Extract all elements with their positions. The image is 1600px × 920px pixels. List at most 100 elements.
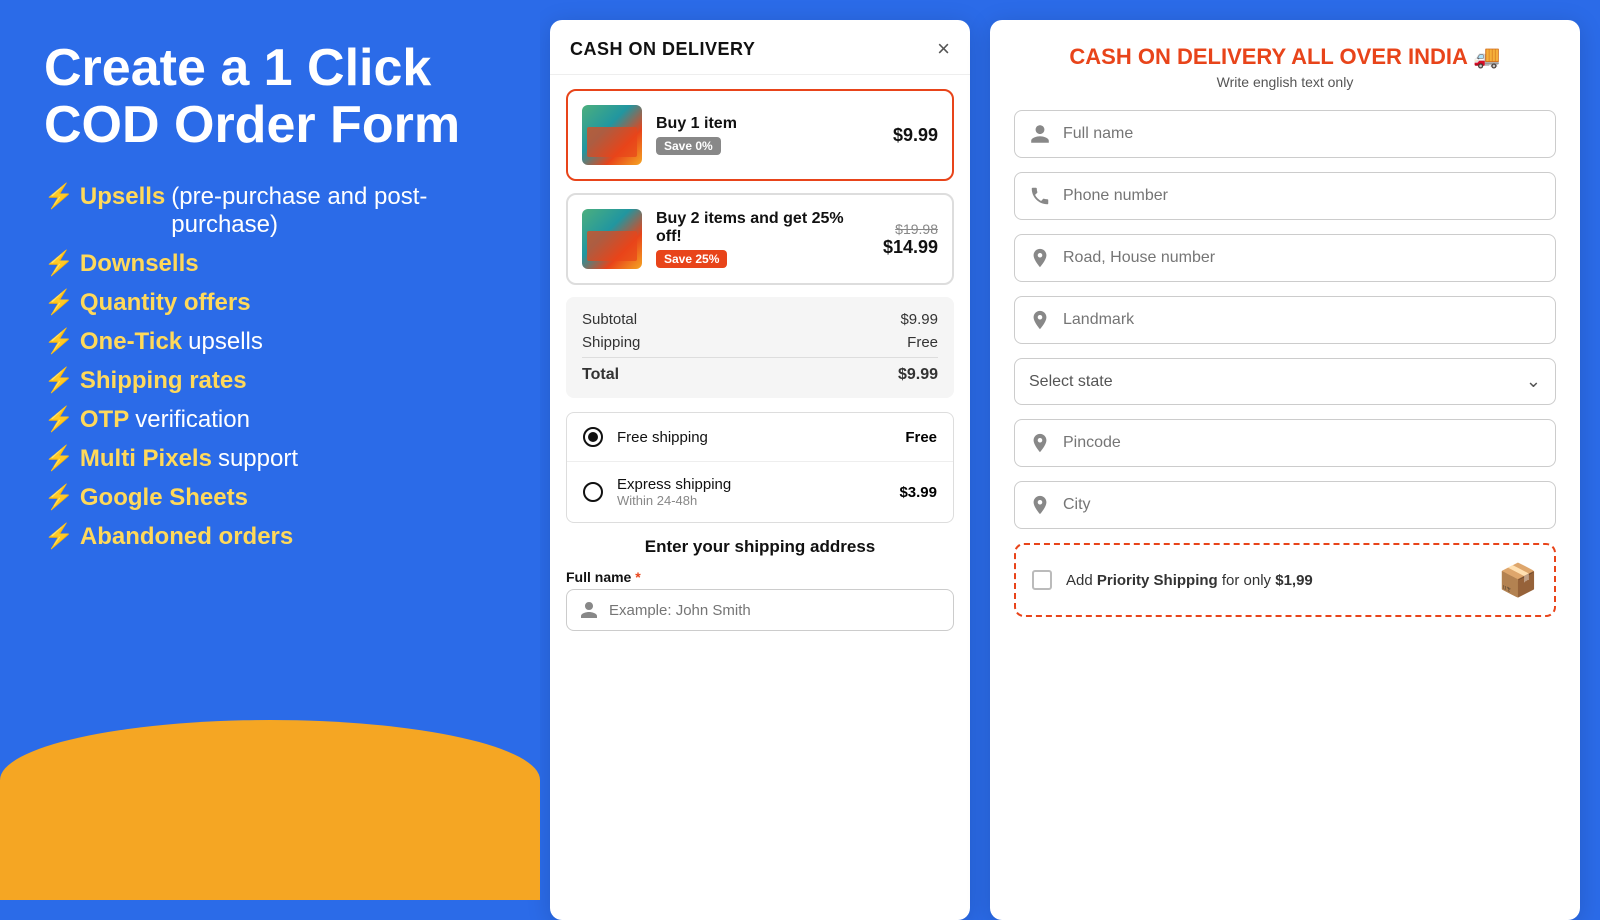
right-phone-input[interactable] xyxy=(1063,187,1541,205)
right-fullname-input[interactable] xyxy=(1063,125,1541,143)
feature-onetick: ⚡ One-Tick upsells xyxy=(44,327,496,356)
bolt-icon: ⚡ xyxy=(44,288,74,317)
old-price-2: $19.98 xyxy=(883,221,938,237)
shipping-express-sub: Within 24-48h xyxy=(617,493,885,508)
feature-bold: OTP xyxy=(80,406,129,434)
feature-upsells: ⚡ Upsells (pre-purchase and post-purchas… xyxy=(44,182,496,239)
bolt-icon: ⚡ xyxy=(44,522,74,551)
feature-bold: Google Sheets xyxy=(80,484,248,512)
feature-quantity: ⚡ Quantity offers xyxy=(44,288,496,317)
location-icon xyxy=(1029,309,1051,331)
feature-normal: verification xyxy=(135,406,250,434)
summary-total-row: Total $9.99 xyxy=(582,357,938,384)
chevron-down-icon: ⌄ xyxy=(1526,371,1541,392)
save-badge-2: Save 25% xyxy=(656,250,727,268)
feature-list: ⚡ Upsells (pre-purchase and post-purchas… xyxy=(44,182,496,551)
priority-bold: Priority Shipping xyxy=(1097,572,1218,589)
bolt-icon: ⚡ xyxy=(44,444,74,473)
shipping-label: Shipping xyxy=(582,334,640,351)
feature-bold: One-Tick xyxy=(80,328,182,356)
address-heading: Enter your shipping address xyxy=(566,537,954,557)
right-landmark-field[interactable] xyxy=(1014,296,1556,344)
radio-express[interactable] xyxy=(583,482,603,502)
cod-modal: CASH ON DELIVERY × Buy 1 item Save 0% $9… xyxy=(550,20,970,920)
modal-header: CASH ON DELIVERY × xyxy=(550,20,970,75)
shipping-value: Free xyxy=(907,334,938,351)
fullname-input[interactable] xyxy=(609,602,941,619)
person-icon xyxy=(1029,123,1051,145)
summary-subtotal-row: Subtotal $9.99 xyxy=(582,311,938,328)
shipping-free-price: Free xyxy=(905,429,937,446)
fullname-field[interactable] xyxy=(566,589,954,631)
priority-price: $1,99 xyxy=(1275,572,1313,589)
order-summary: Subtotal $9.99 Shipping Free Total $9.99 xyxy=(566,297,954,398)
product-card-1[interactable]: Buy 1 item Save 0% $9.99 xyxy=(566,89,954,181)
subtotal-value: $9.99 xyxy=(900,311,938,328)
priority-text: Add Priority Shipping for only $1,99 xyxy=(1066,572,1484,589)
right-road-field[interactable] xyxy=(1014,234,1556,282)
product-price-2: $19.98 $14.99 xyxy=(883,221,938,258)
shipping-express[interactable]: Express shipping Within 24-48h $3.99 xyxy=(567,462,953,522)
total-value: $9.99 xyxy=(898,366,938,384)
priority-shipping-box: Add Priority Shipping for only $1,99 📦 xyxy=(1014,543,1556,617)
right-city-input[interactable] xyxy=(1063,496,1541,514)
product-image-2 xyxy=(582,209,642,269)
right-pincode-field[interactable] xyxy=(1014,419,1556,467)
radio-free[interactable] xyxy=(583,427,603,447)
product-info-1: Buy 1 item Save 0% xyxy=(656,115,879,155)
feature-bold: Quantity offers xyxy=(80,289,251,317)
right-phone-field[interactable] xyxy=(1014,172,1556,220)
product-info-2: Buy 2 items and get 25% off! Save 25% xyxy=(656,210,869,268)
page-title: Create a 1 Click COD Order Form xyxy=(44,40,496,154)
location-icon xyxy=(1029,494,1051,516)
select-state-dropdown[interactable]: Select state ⌄ xyxy=(1014,358,1556,405)
bolt-icon: ⚡ xyxy=(44,405,74,434)
feature-bold: Upsells xyxy=(80,183,165,211)
cod-india-title: CASH ON DELIVERY ALL OVER INDIA 🚚 xyxy=(1014,44,1556,70)
feature-normal: upsells xyxy=(188,328,263,356)
shipping-free-label: Free shipping xyxy=(617,429,891,446)
feature-shipping: ⚡ Shipping rates xyxy=(44,366,496,395)
feature-downsells: ⚡ Downsells xyxy=(44,249,496,278)
bolt-icon: ⚡ xyxy=(44,249,74,278)
shipping-free[interactable]: Free shipping Free xyxy=(567,413,953,462)
right-city-field[interactable] xyxy=(1014,481,1556,529)
modal-title: CASH ON DELIVERY xyxy=(570,39,755,60)
location-icon xyxy=(1029,432,1051,454)
right-landmark-input[interactable] xyxy=(1063,311,1541,329)
required-marker: * xyxy=(635,569,640,585)
save-badge-1: Save 0% xyxy=(656,137,721,155)
feature-normal: support xyxy=(218,445,298,473)
location-icon xyxy=(1029,247,1051,269)
product-card-2[interactable]: Buy 2 items and get 25% off! Save 25% $1… xyxy=(566,193,954,285)
priority-checkbox[interactable] xyxy=(1032,570,1052,590)
fullname-label: Full name * xyxy=(566,569,954,585)
feature-bold: Downsells xyxy=(80,250,199,278)
cod-india-subtitle: Write english text only xyxy=(1014,74,1556,90)
shipping-express-label: Express shipping Within 24-48h xyxy=(617,476,885,508)
feature-pixels: ⚡ Multi Pixels support xyxy=(44,444,496,473)
feature-abandoned: ⚡ Abandoned orders xyxy=(44,522,496,551)
right-fullname-field[interactable] xyxy=(1014,110,1556,158)
feature-bold: Shipping rates xyxy=(80,367,247,395)
bolt-icon: ⚡ xyxy=(44,366,74,395)
person-icon xyxy=(579,600,599,620)
summary-shipping-row: Shipping Free xyxy=(582,334,938,351)
bolt-icon: ⚡ xyxy=(44,182,74,211)
bolt-icon: ⚡ xyxy=(44,327,74,356)
feature-sheets: ⚡ Google Sheets xyxy=(44,483,496,512)
shipping-express-price: $3.99 xyxy=(899,484,937,501)
right-pincode-input[interactable] xyxy=(1063,434,1541,452)
bolt-icon: ⚡ xyxy=(44,483,74,512)
product-name-1: Buy 1 item xyxy=(656,115,879,133)
select-state-label: Select state xyxy=(1029,373,1113,391)
feature-otp: ⚡ OTP verification xyxy=(44,405,496,434)
left-panel: Create a 1 Click COD Order Form ⚡ Upsell… xyxy=(0,0,540,900)
shipping-options: Free shipping Free Express shipping With… xyxy=(566,412,954,523)
modal-content: Buy 1 item Save 0% $9.99 Buy 2 items and… xyxy=(550,75,970,920)
right-road-input[interactable] xyxy=(1063,249,1541,267)
close-button[interactable]: × xyxy=(937,38,950,60)
feature-bold: Multi Pixels xyxy=(80,445,212,473)
shipping-express-name: Express shipping xyxy=(617,476,885,493)
total-label: Total xyxy=(582,366,619,384)
